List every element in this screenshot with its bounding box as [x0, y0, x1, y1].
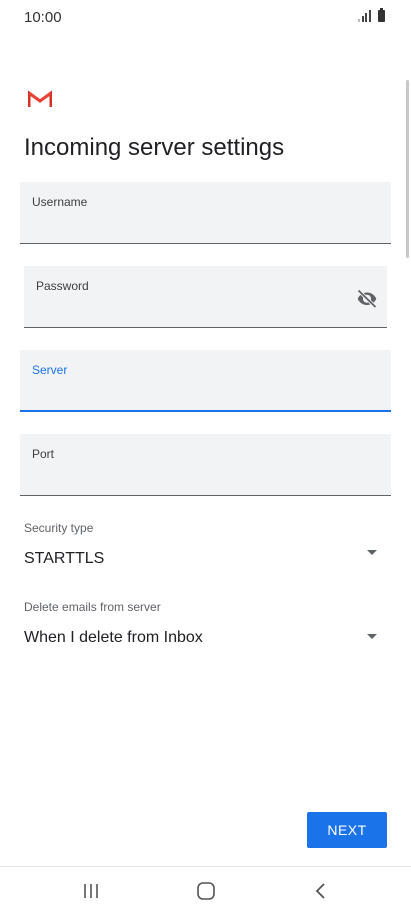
recents-icon[interactable]: [79, 881, 103, 901]
gmail-logo-icon: [28, 90, 52, 107]
next-button[interactable]: NEXT: [307, 812, 387, 848]
status-time: 10:00: [24, 9, 62, 26]
password-label: Password: [36, 279, 89, 293]
back-icon[interactable]: [309, 881, 333, 901]
delete-emails-dropdown[interactable]: When I delete from Inbox: [20, 622, 391, 652]
server-field[interactable]: Server: [20, 350, 391, 412]
security-type-value: STARTTLS: [24, 550, 105, 567]
status-bar: 10:00: [0, 0, 411, 36]
server-input[interactable]: [32, 384, 379, 404]
port-label: Port: [32, 447, 55, 461]
password-field[interactable]: Password: [24, 266, 387, 328]
screen: 10:00 Incoming server settings Username …: [0, 0, 411, 914]
delete-emails-label: Delete emails from server: [24, 600, 161, 614]
port-input[interactable]: [32, 469, 379, 489]
visibility-off-icon[interactable]: [355, 286, 379, 310]
delete-emails-value: When I delete from Inbox: [24, 629, 203, 646]
server-label: Server: [32, 363, 68, 377]
home-icon[interactable]: [194, 881, 218, 901]
dropdown-arrow-icon: [367, 634, 377, 639]
security-type-label: Security type: [24, 521, 94, 535]
signal-bars-icon: [358, 10, 372, 22]
port-field[interactable]: Port: [20, 434, 391, 496]
username-input[interactable]: [32, 217, 379, 237]
navigation-bar: [0, 866, 411, 914]
username-label: Username: [32, 195, 88, 209]
username-field[interactable]: Username: [20, 182, 391, 244]
battery-icon: [378, 8, 385, 22]
security-type-dropdown[interactable]: STARTTLS: [20, 544, 391, 574]
page-title: Incoming server settings: [24, 134, 285, 161]
scroll-indicator[interactable]: [406, 80, 409, 258]
password-input[interactable]: [36, 301, 343, 321]
dropdown-arrow-icon: [367, 550, 377, 555]
status-icons: [358, 8, 385, 22]
